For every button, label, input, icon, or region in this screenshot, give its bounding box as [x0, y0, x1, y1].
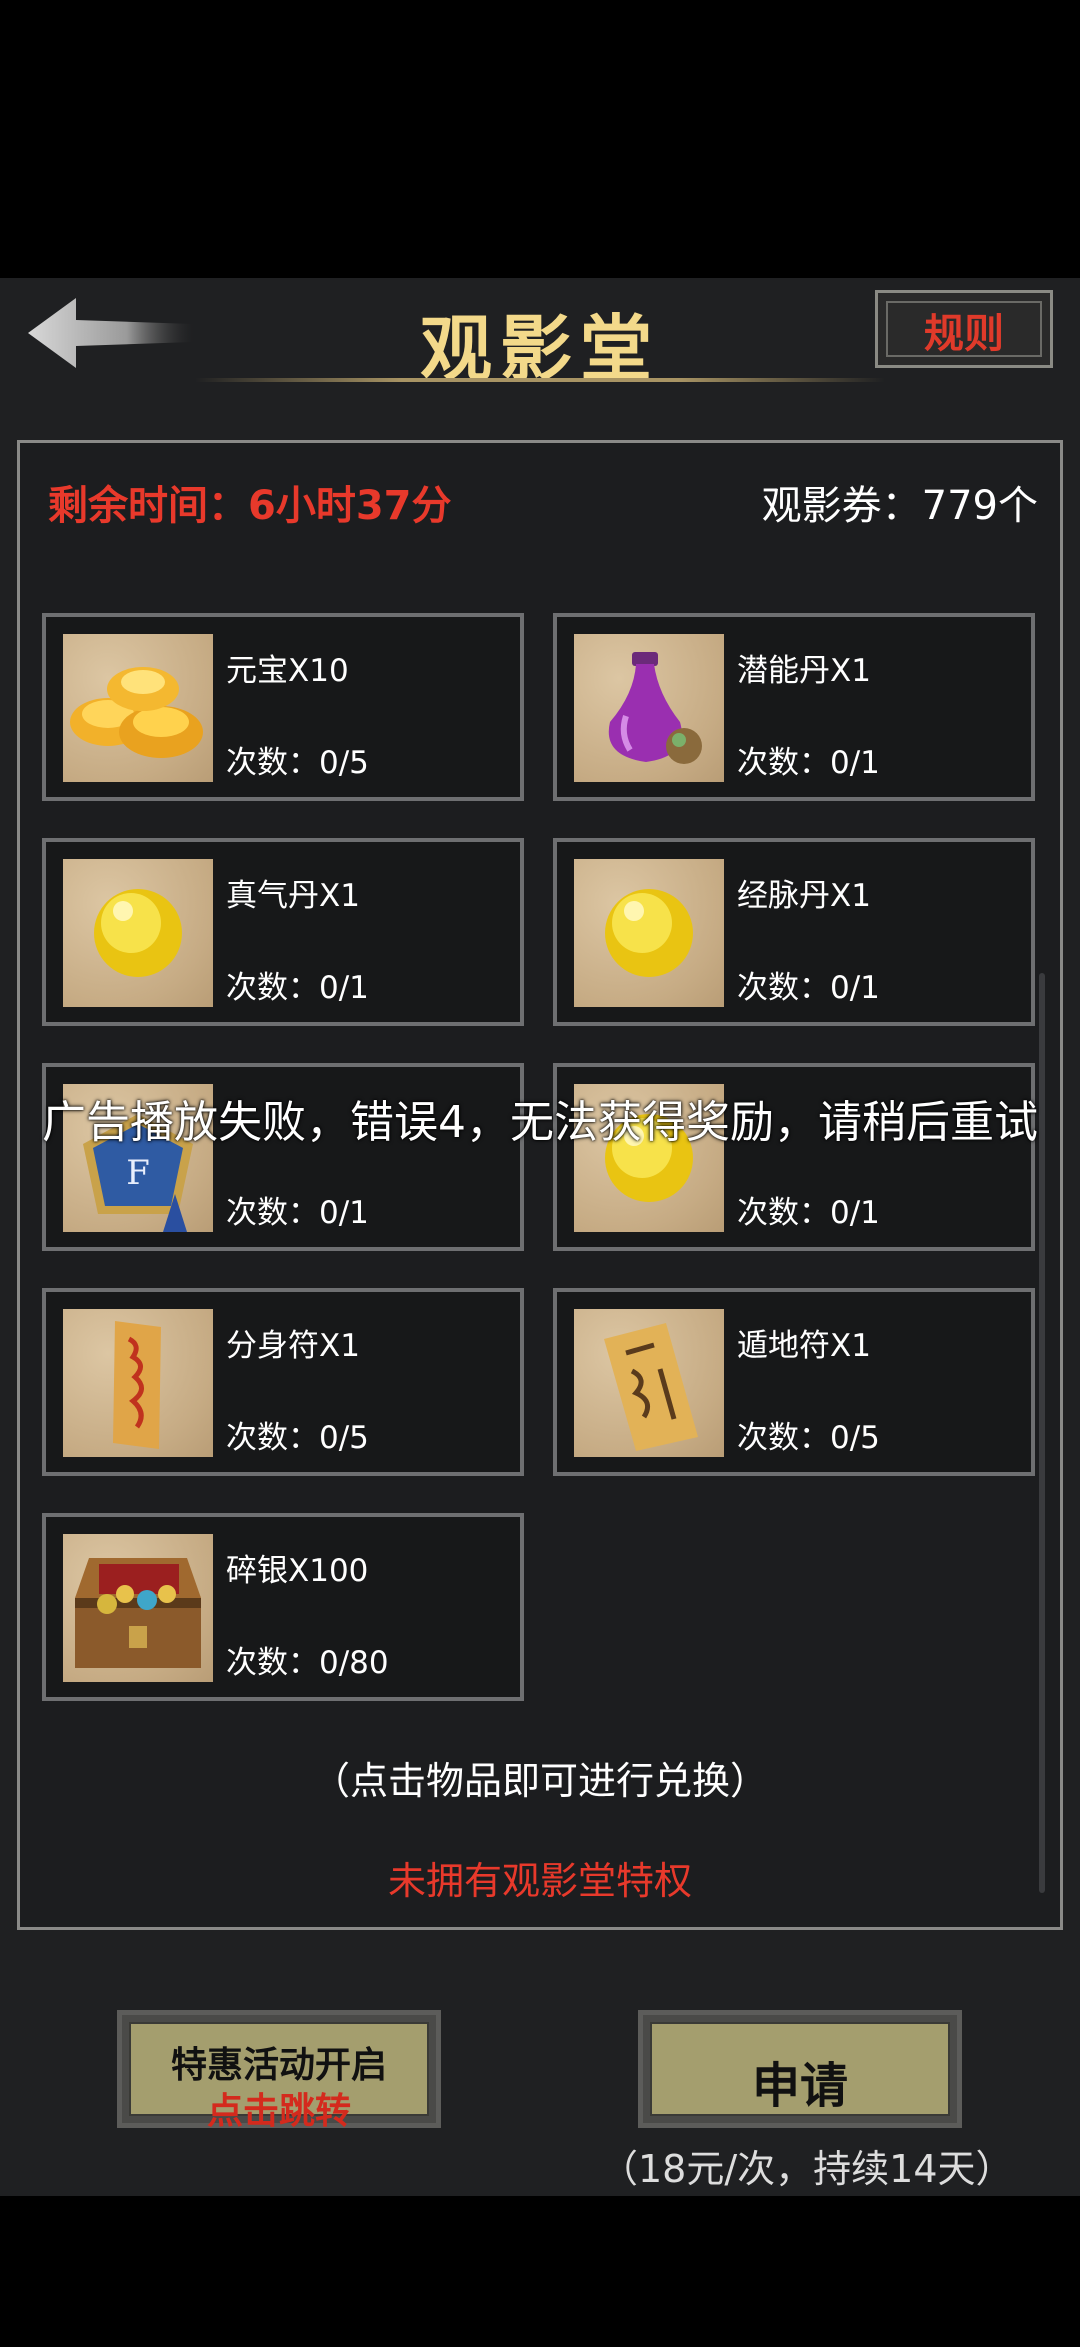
item-name: 分身符X1	[226, 1328, 360, 1364]
item-count: 次数：0/5	[226, 745, 369, 781]
apply-button-face: 申请	[650, 2022, 950, 2116]
apply-button[interactable]: 申请	[638, 2010, 962, 2128]
item-name: 碎银X100	[226, 1553, 369, 1589]
promo-button[interactable]: 特惠活动开启 点击跳转	[117, 2010, 441, 2132]
exchange-hint: （点击物品即可进行兑换）	[311, 1759, 768, 1803]
apply-button-label: 申请	[751, 2058, 848, 2114]
exchange-item-fenshen-fu[interactable]: 分身符X1 次数：0/5	[42, 1288, 524, 1476]
exchange-panel: 剩余时间：6小时37分 观影券：779个 元宝X10 次数：0/5 潜能丹X1 …	[17, 440, 1063, 1930]
item-name: 经脉丹X1	[737, 878, 871, 914]
exchange-item-qianneng-dan[interactable]: 潜能丹X1 次数：0/1	[553, 613, 1035, 801]
treasure-chest-icon	[63, 1534, 213, 1682]
item-name: 真气丹X1	[226, 878, 360, 914]
promo-line-2: 点击跳转	[206, 2091, 351, 2132]
promo-button-face: 特惠活动开启 点击跳转	[129, 2022, 429, 2132]
yellow-pill-icon	[63, 859, 213, 1007]
item-count: 次数：0/1	[226, 970, 369, 1006]
yellow-pill-icon	[574, 859, 724, 1007]
rules-button-label: 规则	[924, 311, 1004, 357]
item-count: 次数：0/5	[226, 1420, 369, 1456]
remaining-time: 剩余时间：6小时37分	[48, 483, 452, 529]
error-toast: 广告播放失败，错误4，无法获得奖励，请稍后重试	[42, 1097, 1038, 1148]
item-name: 遁地符X1	[737, 1328, 871, 1364]
potion-vase-icon	[574, 634, 724, 782]
item-count: 次数：0/1	[226, 1195, 369, 1231]
item-count: 次数：0/1	[737, 970, 880, 1006]
exchange-item-jingmai-dan[interactable]: 经脉丹X1 次数：0/1	[553, 838, 1035, 1026]
rules-button[interactable]: 规则	[875, 290, 1053, 368]
exchange-item-yuanbao[interactable]: 元宝X10 次数：0/5	[42, 613, 524, 801]
item-count: 次数：0/1	[737, 745, 880, 781]
item-name: 元宝X10	[226, 653, 349, 689]
no-privilege-notice: 未拥有观影堂特权	[387, 1859, 692, 1903]
title-underline	[195, 378, 885, 382]
item-name: 潜能丹X1	[737, 653, 871, 689]
exchange-item-suiyin[interactable]: 碎银X100 次数：0/80	[42, 1513, 524, 1701]
promo-line-1: 特惠活动开启	[170, 2045, 387, 2086]
exchange-item-zhenqi-dan[interactable]: 真气丹X1 次数：0/1	[42, 838, 524, 1026]
price-note: （18元/次，持续14天）	[600, 2147, 1014, 2191]
exchange-item-dundi-fu[interactable]: 遁地符X1 次数：0/5	[553, 1288, 1035, 1476]
item-count: 次数：0/1	[737, 1195, 880, 1231]
talisman-scroll-icon	[574, 1309, 724, 1457]
gold-ingot-icon	[63, 634, 213, 782]
talisman-icon	[63, 1309, 213, 1457]
item-count: 次数：0/5	[737, 1420, 880, 1456]
ticket-count: 观影券：779个	[761, 483, 1038, 529]
item-count: 次数：0/80	[226, 1645, 389, 1681]
game-screen: 观影堂 规则 剩余时间：6小时37分 观影券：779个 元宝X10 次数：0/5…	[0, 278, 1080, 2196]
svg-text:F: F	[126, 1153, 150, 1193]
